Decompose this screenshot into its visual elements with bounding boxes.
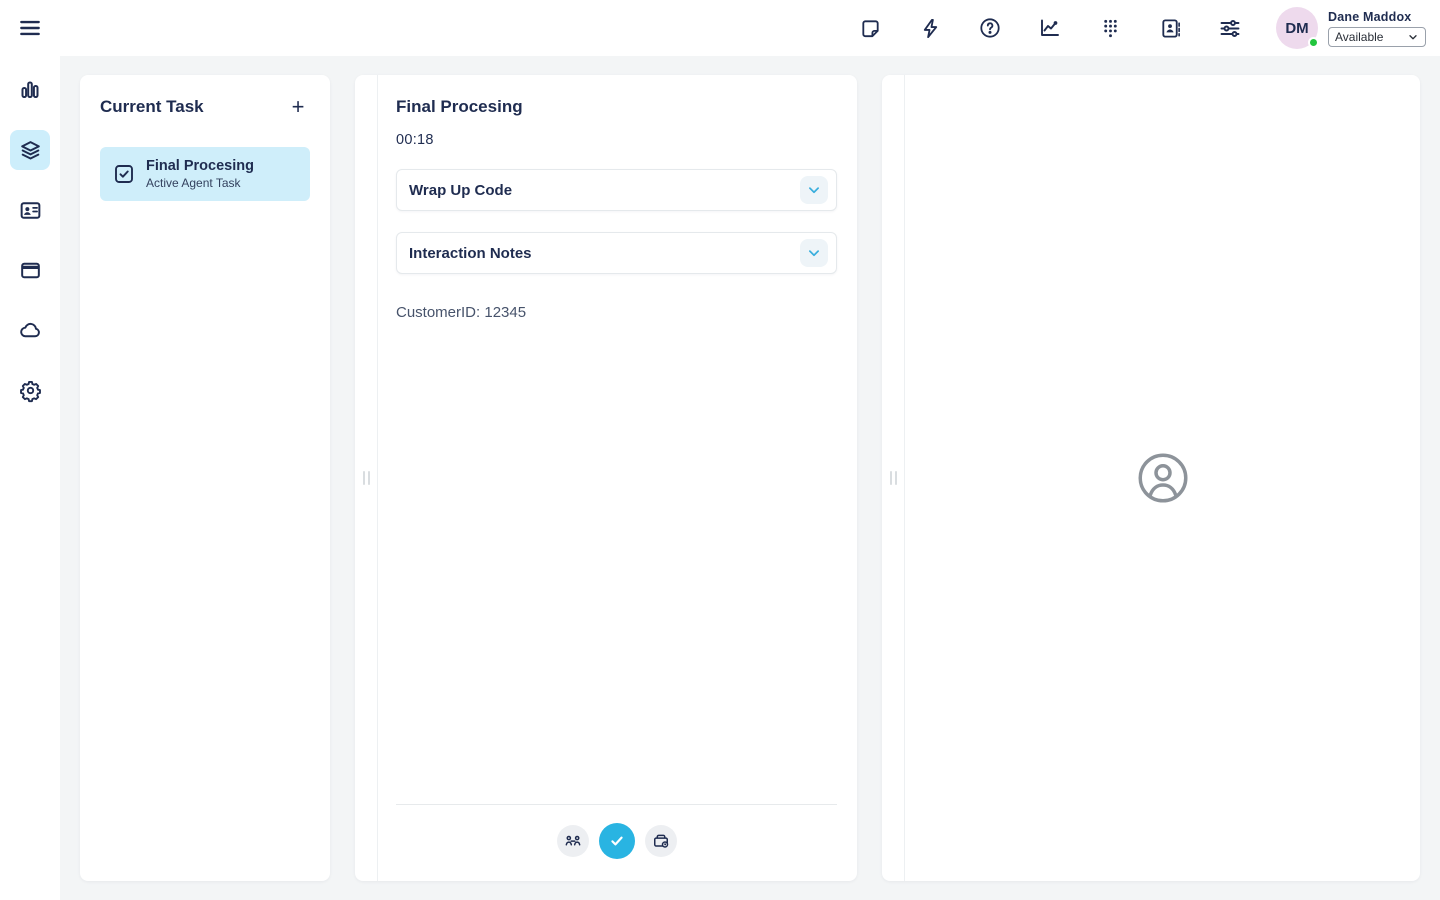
app-body: Current Task + Final Procesing Active Ag… (0, 56, 1440, 900)
sidebar-item-browser[interactable] (10, 250, 50, 290)
performance-chart-icon[interactable] (1038, 16, 1062, 40)
browser-window-icon (18, 258, 43, 283)
task-timer: 00:18 (396, 132, 837, 148)
sliders-icon[interactable] (1218, 16, 1242, 40)
contact-card-icon (18, 198, 43, 223)
transfer-people-icon (563, 831, 583, 851)
user-meta: Dane Maddox Available (1328, 10, 1426, 47)
sidebar-item-tasks[interactable] (10, 130, 50, 170)
check-icon (607, 831, 627, 851)
cloud-icon (18, 318, 43, 343)
customer-id-text: CustomerID: 12345 (396, 304, 837, 321)
user-name: Dane Maddox (1328, 10, 1426, 24)
task-detail-panel: Final Procesing 00:18 Wrap Up Code Inter… (355, 75, 857, 881)
topbar-actions (858, 16, 1242, 40)
chevron-down-icon (1407, 31, 1419, 43)
sidebar-item-analytics[interactable] (10, 70, 50, 110)
interaction-notes-label: Interaction Notes (409, 245, 532, 262)
current-task-title: Current Task (100, 97, 204, 117)
lightning-icon[interactable] (918, 16, 942, 40)
chevron-down-icon (800, 239, 828, 267)
sidebar-item-cloud[interactable] (10, 310, 50, 350)
task-actions-row (396, 823, 837, 861)
task-title: Final Procesing (146, 158, 254, 174)
wrap-up-code-expander[interactable]: Wrap Up Code (396, 169, 837, 211)
gear-icon (18, 378, 43, 403)
dialpad-icon[interactable] (1098, 16, 1122, 40)
avatar-initials: DM (1285, 20, 1308, 37)
complete-task-button[interactable] (599, 823, 635, 859)
customer-panel-content (905, 75, 1420, 881)
add-task-button[interactable]: + (286, 95, 310, 119)
park-task-button[interactable] (645, 825, 677, 857)
task-subtitle: Active Agent Task (146, 176, 254, 190)
panel-resizer-handle[interactable] (882, 75, 905, 881)
user-circle-icon (1135, 450, 1191, 506)
bar-chart-icon (18, 78, 42, 102)
sidebar (0, 56, 60, 900)
current-task-header: Current Task + (100, 95, 310, 119)
main-area: Current Task + Final Procesing Active Ag… (60, 56, 1440, 900)
status-dot (1308, 37, 1319, 48)
park-box-icon (651, 831, 671, 851)
sidebar-item-settings[interactable] (10, 370, 50, 410)
detail-spacer (396, 321, 837, 804)
sticky-note-icon[interactable] (858, 16, 882, 40)
task-detail-content: Final Procesing 00:18 Wrap Up Code Inter… (378, 75, 857, 881)
panel-resizer-handle[interactable] (355, 75, 378, 881)
actions-divider (396, 804, 837, 805)
status-select-value: Available (1335, 30, 1383, 44)
menu-icon[interactable] (16, 14, 44, 42)
task-detail-title: Final Procesing (396, 97, 837, 117)
user-block: DM Dane Maddox Available (1276, 7, 1426, 49)
sidebar-item-contacts[interactable] (10, 190, 50, 230)
layers-icon (18, 138, 43, 163)
task-list-item[interactable]: Final Procesing Active Agent Task (100, 147, 310, 201)
chevron-down-icon (800, 176, 828, 204)
task-texts: Final Procesing Active Agent Task (146, 158, 254, 190)
grip-icon (890, 471, 897, 485)
status-select[interactable]: Available (1328, 27, 1426, 47)
grip-icon (363, 471, 370, 485)
wrap-up-code-label: Wrap Up Code (409, 182, 512, 199)
help-icon[interactable] (978, 16, 1002, 40)
transfer-task-button[interactable] (557, 825, 589, 857)
customer-panel (882, 75, 1420, 881)
address-book-icon[interactable] (1158, 16, 1182, 40)
interaction-notes-expander[interactable]: Interaction Notes (396, 232, 837, 274)
checkbox-check-icon (112, 162, 136, 186)
current-task-panel: Current Task + Final Procesing Active Ag… (80, 75, 330, 881)
avatar[interactable]: DM (1276, 7, 1318, 49)
topbar: DM Dane Maddox Available (0, 0, 1440, 56)
